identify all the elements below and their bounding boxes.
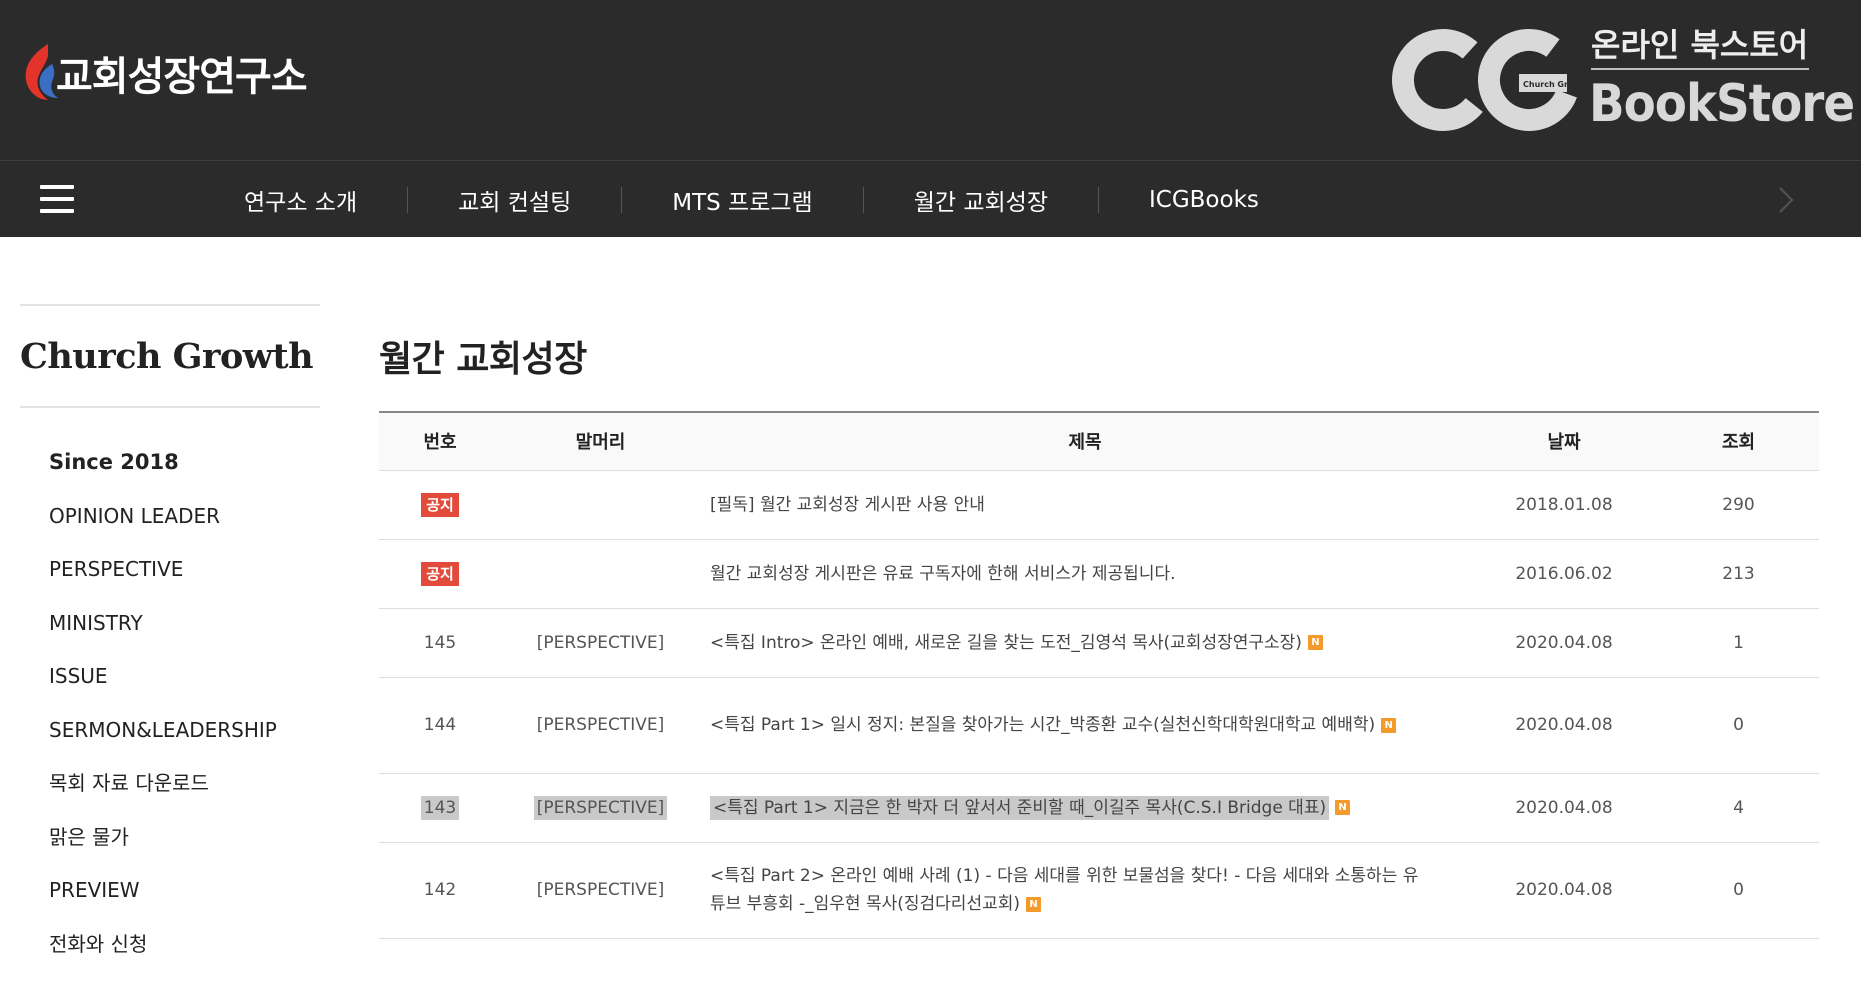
- new-badge-icon: N: [1308, 635, 1323, 650]
- sidebar-item-preview[interactable]: PREVIEW: [49, 876, 320, 930]
- post-title-link[interactable]: <특집 Part 1> 일시 정지: 본질을 찾아가는 시간_박종환 교수(실천…: [710, 715, 1375, 735]
- main-nav: 연구소 소개 교회 컨설팅 MTS 프로그램 월간 교회성장 ICGBooks: [0, 160, 1861, 237]
- row-views: 1: [1658, 608, 1819, 677]
- sidebar-item-issue[interactable]: ISSUE: [49, 662, 320, 716]
- nav-item-consulting[interactable]: 교회 컨설팅: [408, 183, 621, 217]
- new-badge-icon: N: [1381, 718, 1396, 733]
- sidebar-item-clear-water[interactable]: 맑은 물가: [49, 823, 320, 877]
- row-date: 2020.04.08: [1470, 677, 1658, 773]
- sidebar: Church Growth Since 2018 OPINION LEADER …: [20, 304, 320, 983]
- row-date: 2016.06.02: [1470, 539, 1658, 608]
- bookstore-divider: [1591, 68, 1809, 70]
- column-header-no[interactable]: 번호: [379, 412, 501, 470]
- post-title-link[interactable]: <특집 Intro> 온라인 예배, 새로운 길을 찾는 도전_김영석 목사(교…: [710, 633, 1302, 653]
- row-number: 145: [379, 608, 501, 677]
- sidebar-item-since-2018[interactable]: Since 2018: [49, 448, 320, 502]
- board-section: 월간 교회성장 번호 말머리 제목 날짜 조회 공지 [필독] 월간 교회성장 …: [379, 330, 1819, 939]
- notice-badge: 공지: [421, 562, 459, 586]
- sidebar-title-box: Church Growth: [20, 304, 320, 408]
- row-date: 2020.04.08: [1470, 773, 1658, 842]
- row-date: 2020.04.08: [1470, 842, 1658, 938]
- row-number: 143: [421, 796, 459, 820]
- sidebar-item-apply[interactable]: 전화와 신청: [49, 930, 320, 983]
- sidebar-item-sermon-leadership[interactable]: SERMON&LEADERSHIP: [49, 716, 320, 770]
- sidebar-title: Church Growth: [20, 336, 313, 377]
- column-header-prefix[interactable]: 말머리: [501, 412, 700, 470]
- sidebar-item-ministry[interactable]: MINISTRY: [49, 609, 320, 663]
- bookstore-name: BookStore: [1589, 74, 1854, 134]
- row-views: 0: [1658, 677, 1819, 773]
- page-title: 월간 교회성장: [379, 330, 1819, 411]
- row-prefix[interactable]: [PERSPECTIVE]: [534, 796, 668, 820]
- row-prefix[interactable]: [PERSPECTIVE]: [501, 842, 700, 938]
- row-views: 290: [1658, 470, 1819, 539]
- row-number: 144: [379, 677, 501, 773]
- table-row[interactable]: 145 [PERSPECTIVE] <특집 Intro> 온라인 예배, 새로운…: [379, 608, 1819, 677]
- row-prefix: [501, 539, 700, 608]
- column-header-views[interactable]: 조회: [1658, 412, 1819, 470]
- row-date: 2018.01.08: [1470, 470, 1658, 539]
- new-badge-icon: N: [1026, 897, 1041, 912]
- chevron-right-icon[interactable]: [1771, 183, 1801, 217]
- row-prefix[interactable]: [PERSPECTIVE]: [501, 677, 700, 773]
- post-title-link[interactable]: 월간 교회성장 게시판은 유료 구독자에 한해 서비스가 제공됩니다.: [710, 564, 1176, 584]
- post-title-link[interactable]: <특집 Part 1> 지금은 한 박자 더 앞서서 준비할 때_이길주 목사(…: [710, 796, 1329, 820]
- new-badge-icon: N: [1335, 800, 1350, 815]
- table-row[interactable]: 143 [PERSPECTIVE] <특집 Part 1> 지금은 한 박자 더…: [379, 773, 1819, 842]
- site-header: 교회성장연구소 Church Growth 온라인 북스토어 BookStore: [0, 0, 1861, 160]
- row-views: 4: [1658, 773, 1819, 842]
- nav-item-mts[interactable]: MTS 프로그램: [622, 183, 862, 217]
- row-prefix: [501, 470, 700, 539]
- logo-text: 교회성장연구소: [56, 44, 307, 102]
- table-row[interactable]: 144 [PERSPECTIVE] <특집 Part 1> 일시 정지: 본질을…: [379, 677, 1819, 773]
- sidebar-menu: Since 2018 OPINION LEADER PERSPECTIVE MI…: [20, 448, 320, 983]
- table-row[interactable]: 142 [PERSPECTIVE] <특집 Part 2> 온라인 예배 사례 …: [379, 842, 1819, 938]
- sidebar-item-perspective[interactable]: PERSPECTIVE: [49, 555, 320, 609]
- sidebar-item-downloads[interactable]: 목회 자료 다운로드: [49, 769, 320, 823]
- row-prefix[interactable]: [PERSPECTIVE]: [501, 608, 700, 677]
- badge-text: Church Growth: [1523, 80, 1581, 89]
- bookstore-subtitle: 온라인 북스토어: [1591, 20, 1808, 66]
- row-views: 0: [1658, 842, 1819, 938]
- table-row[interactable]: 공지 월간 교회성장 게시판은 유료 구독자에 한해 서비스가 제공됩니다. 2…: [379, 539, 1819, 608]
- bookstore-banner[interactable]: Church Growth 온라인 북스토어 BookStore: [1391, 20, 1821, 140]
- column-header-date[interactable]: 날짜: [1470, 412, 1658, 470]
- row-views: 213: [1658, 539, 1819, 608]
- notice-badge: 공지: [421, 493, 459, 517]
- column-header-title[interactable]: 제목: [700, 412, 1470, 470]
- row-date: 2020.04.08: [1470, 608, 1658, 677]
- nav-item-icgbooks[interactable]: ICGBooks: [1099, 187, 1309, 213]
- post-title-link[interactable]: [필독] 월간 교회성장 게시판 사용 안내: [710, 495, 985, 515]
- site-logo[interactable]: 교회성장연구소: [18, 38, 307, 108]
- nav-item-monthly[interactable]: 월간 교회성장: [864, 183, 1098, 217]
- table-row[interactable]: 공지 [필독] 월간 교회성장 게시판 사용 안내 2018.01.08 290: [379, 470, 1819, 539]
- row-number: 142: [379, 842, 501, 938]
- post-title-link[interactable]: <특집 Part 2> 온라인 예배 사례 (1) - 다음 세대를 위한 보물…: [710, 866, 1418, 914]
- hamburger-menu-icon[interactable]: [40, 185, 74, 215]
- nav-item-about[interactable]: 연구소 소개: [200, 183, 407, 217]
- sidebar-item-opinion-leader[interactable]: OPINION LEADER: [49, 502, 320, 556]
- board-table: 번호 말머리 제목 날짜 조회 공지 [필독] 월간 교회성장 게시판 사용 안…: [379, 411, 1819, 939]
- cg-logo-icon: Church Growth: [1391, 24, 1581, 134]
- table-header-row: 번호 말머리 제목 날짜 조회: [379, 412, 1819, 470]
